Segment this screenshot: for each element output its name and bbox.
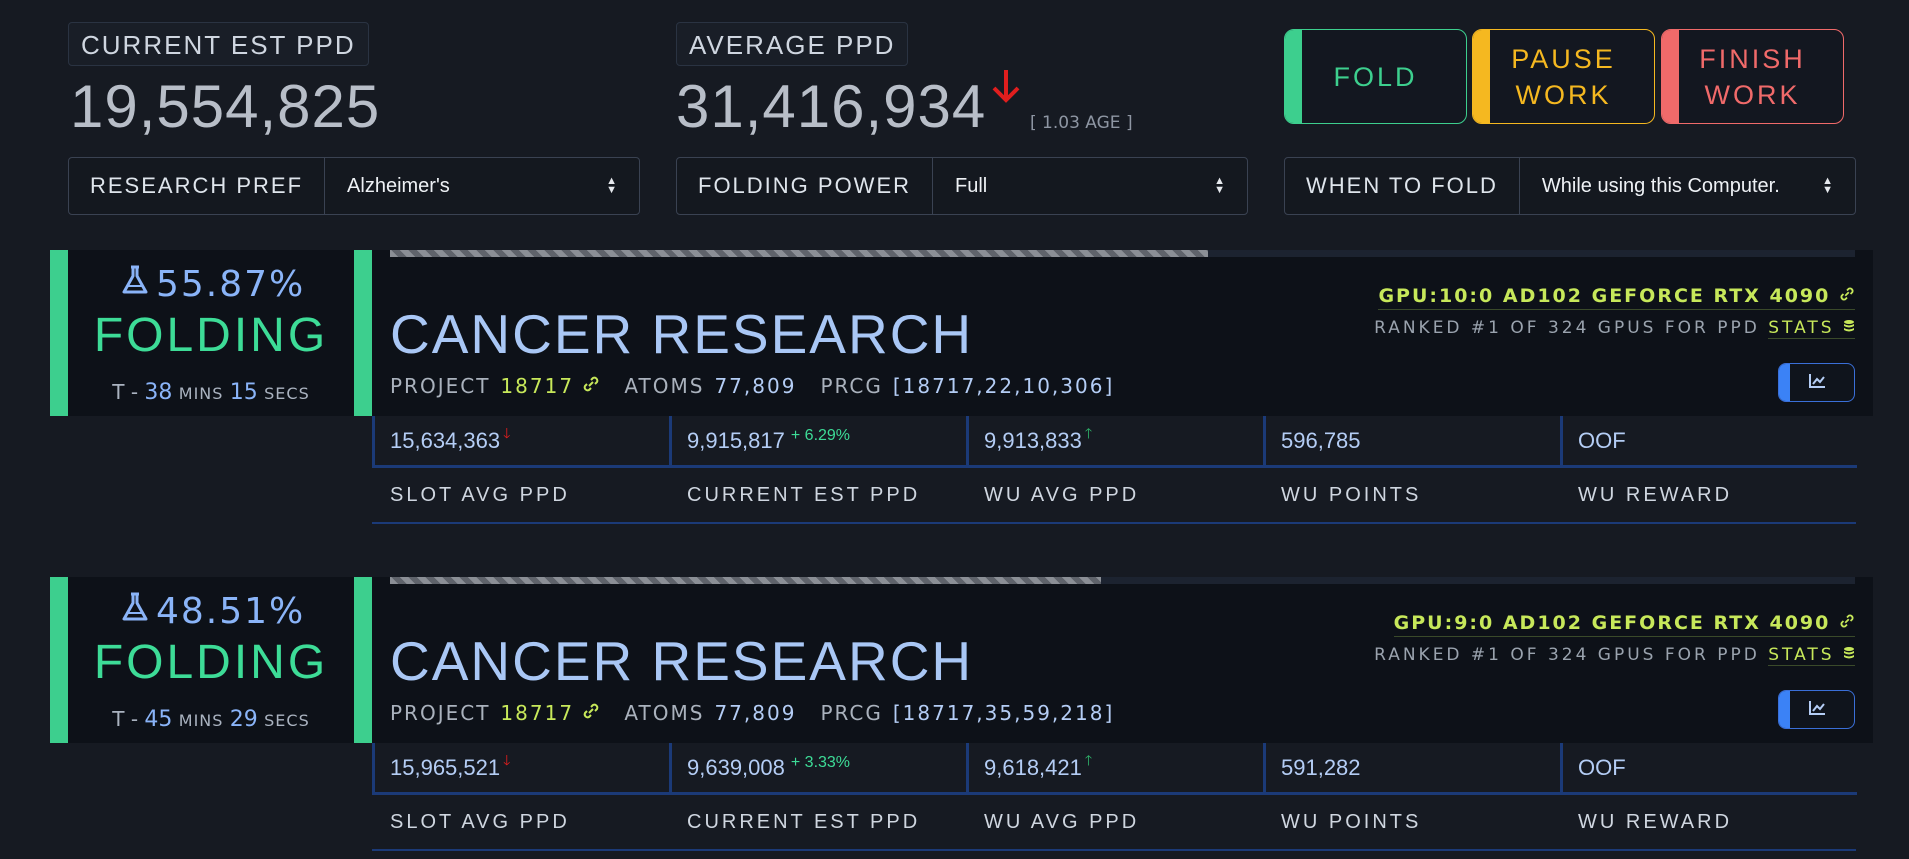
link-icon	[582, 701, 600, 725]
link-icon	[582, 374, 600, 398]
arrow-up-icon: 🡑	[1084, 424, 1093, 441]
stat-label: WU AVG PPD	[984, 484, 1140, 506]
chart-button[interactable]	[1778, 690, 1855, 729]
gpu-rank: RANKED #1 OF 324 GPUS FOR PPD STATS	[1374, 645, 1855, 666]
arrow-down-icon: 🡓	[503, 751, 511, 768]
research-pref-value[interactable]: Alzheimer's ▲ ▼	[325, 158, 639, 214]
line-chart-icon	[1808, 373, 1826, 393]
slot-main-panel: CANCER RESEARCH PROJECT 18717 ATOMS 77,8…	[372, 250, 1873, 416]
average-age: [ 1.03 AGE ]	[1030, 113, 1133, 133]
slot-labels-row: SLOT AVG PPD CURRENT EST PPD WU AVG PPD …	[372, 797, 1856, 851]
chart-button[interactable]	[1778, 363, 1855, 402]
current-est-ppd-cell: 9,639,008 + 3.33%	[669, 743, 966, 795]
wu-points-value: 596,785	[1263, 416, 1560, 468]
when-to-fold-value[interactable]: While using this Computer. ▲ ▼	[1520, 158, 1855, 214]
sort-caret-icon: ▲ ▼	[1822, 175, 1833, 196]
database-icon	[1843, 645, 1855, 665]
slot-eta: T - 45 MINS 29 SECS	[112, 707, 310, 732]
database-icon	[1843, 318, 1855, 338]
folding-power-select[interactable]: FOLDING POWER Full ▲ ▼	[676, 157, 1248, 215]
stat-label: SLOT AVG PPD	[390, 811, 570, 833]
gpu-rank: RANKED #1 OF 324 GPUS FOR PPD STATS	[1374, 318, 1855, 339]
slot-progress-fill	[390, 250, 1209, 257]
current-est-ppd-value: 19,554,825	[70, 73, 381, 140]
fold-button[interactable]: FOLD	[1284, 29, 1467, 124]
flask-icon	[120, 264, 150, 305]
stat-label: WU POINTS	[1281, 484, 1422, 506]
stat-label: WU AVG PPD	[984, 811, 1140, 833]
sort-caret-icon: ▲ ▼	[606, 175, 617, 196]
research-pref-select[interactable]: RESEARCH PREF Alzheimer's ▲ ▼	[68, 157, 640, 215]
slot-meta: PROJECT 18717 ATOMS 77,809 PRCG [18717,2…	[390, 374, 1115, 398]
flask-icon	[120, 591, 150, 632]
folding-power-label: FOLDING POWER	[677, 158, 934, 214]
arrow-up-icon: 🡑	[1084, 751, 1093, 768]
stat-label: WU REWARD	[1578, 484, 1733, 506]
change-percent: + 6.29%	[790, 426, 851, 444]
stat-label: CURRENT EST PPD	[687, 484, 921, 506]
wu-points-value: 591,282	[1263, 743, 1560, 795]
current-est-ppd-cell: 9,915,817 + 6.29%	[669, 416, 966, 468]
slot-avg-ppd-value: 15,634,363 🡓	[372, 416, 669, 468]
slot-percent: 48.51%	[120, 591, 305, 632]
stat-label: WU REWARD	[1578, 811, 1733, 833]
pause-work-button[interactable]: PAUSE WORK	[1472, 29, 1655, 124]
slot-project-title: CANCER RESEARCH	[390, 303, 974, 365]
average-ppd-label: AVERAGE PPD	[676, 22, 909, 66]
stat-label: WU POINTS	[1281, 811, 1422, 833]
slot-status: FOLDING	[93, 309, 329, 362]
change-percent: + 3.33%	[790, 753, 851, 771]
slot-status-panel: 55.87% FOLDING T - 38 MINS 15 SECS	[50, 250, 372, 416]
slot-progress-fill	[390, 577, 1101, 584]
link-icon	[1839, 285, 1855, 307]
gpu-link[interactable]: GPU:10:0 AD102 GEFORCE RTX 4090	[1378, 285, 1855, 310]
slot-status-panel: 48.51% FOLDING T - 45 MINS 29 SECS	[50, 577, 372, 743]
arrow-down-icon: 🡓	[503, 424, 511, 441]
wu-avg-ppd-value: 9,618,421 🡑	[966, 743, 1263, 795]
slot-progress-bar	[390, 577, 1855, 584]
link-icon	[1839, 612, 1855, 634]
research-pref-label: RESEARCH PREF	[69, 158, 326, 214]
stat-label: CURRENT EST PPD	[687, 811, 921, 833]
finish-work-button[interactable]: FINISH WORK	[1661, 29, 1844, 124]
slot-project-title: CANCER RESEARCH	[390, 630, 974, 692]
when-to-fold-select[interactable]: WHEN TO FOLD While using this Computer. …	[1284, 157, 1856, 215]
slot-labels-row: SLOT AVG PPD CURRENT EST PPD WU AVG PPD …	[372, 470, 1856, 524]
slot-main-panel: CANCER RESEARCH PROJECT 18717 ATOMS 77,8…	[372, 577, 1873, 743]
slot-percent: 55.87%	[120, 264, 305, 305]
slot-stats-row: 15,634,363 🡓 9,915,817 + 6.29% 9,913,833 🡑 …	[372, 416, 1857, 470]
arrow-down-icon	[990, 68, 1022, 114]
slot-eta: T - 38 MINS 15 SECS	[112, 380, 310, 405]
when-to-fold-label: WHEN TO FOLD	[1285, 158, 1520, 214]
slot-status: FOLDING	[93, 636, 329, 689]
slot-stats-row: 15,965,521 🡓 9,639,008 + 3.33% 9,618,421 🡑 …	[372, 743, 1857, 797]
average-ppd-value: 31,416,934	[676, 73, 987, 140]
stats-link[interactable]: STATS	[1768, 645, 1855, 666]
project-link[interactable]: 18717	[500, 374, 600, 398]
project-link[interactable]: 18717	[500, 701, 600, 725]
wu-avg-ppd-value: 9,913,833 🡑	[966, 416, 1263, 468]
wu-reward-value: OOF	[1560, 416, 1857, 468]
slot-avg-ppd-value: 15,965,521 🡓	[372, 743, 669, 795]
sort-caret-icon: ▲ ▼	[1214, 175, 1225, 196]
current-est-ppd-label: CURRENT EST PPD	[68, 22, 369, 66]
slot-meta: PROJECT 18717 ATOMS 77,809 PRCG [18717,3…	[390, 701, 1115, 725]
folding-power-value[interactable]: Full ▲ ▼	[933, 158, 1247, 214]
gpu-link[interactable]: GPU:9:0 AD102 GEFORCE RTX 4090	[1393, 612, 1855, 637]
wu-reward-value: OOF	[1560, 743, 1857, 795]
stats-link[interactable]: STATS	[1768, 318, 1855, 339]
line-chart-icon	[1808, 700, 1826, 720]
slot-progress-bar	[390, 250, 1855, 257]
stat-label: SLOT AVG PPD	[390, 484, 570, 506]
